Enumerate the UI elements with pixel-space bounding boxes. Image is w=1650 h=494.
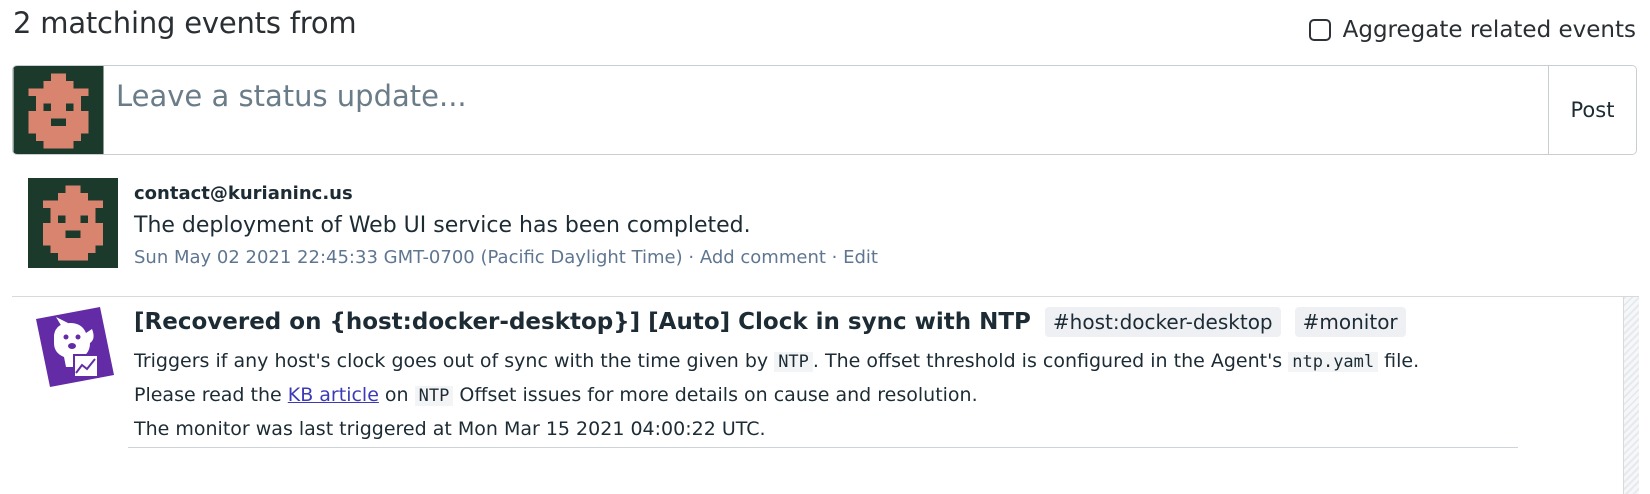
post-button[interactable]: Post bbox=[1548, 66, 1636, 154]
aggregate-label[interactable]: Aggregate related events bbox=[1343, 17, 1636, 43]
description-line: Please read the KB article on NTP Offset… bbox=[134, 379, 1614, 413]
user-avatar-icon bbox=[13, 66, 104, 154]
tag-monitor[interactable]: #monitor bbox=[1294, 307, 1406, 337]
add-comment-link[interactable]: Add comment bbox=[700, 247, 826, 268]
scrollbar[interactable] bbox=[1623, 297, 1639, 494]
event-item: [Recovered on {host:docker-desktop}] [Au… bbox=[12, 296, 1639, 494]
event-title-row: [Recovered on {host:docker-desktop}] [Au… bbox=[134, 307, 1614, 337]
event-stream: 2 matching events from Aggregate related… bbox=[0, 0, 1650, 494]
text: . The offset threshold is configured in … bbox=[812, 350, 1289, 372]
status-update-input[interactable] bbox=[104, 66, 1548, 126]
description-line: Triggers if any host's clock goes out of… bbox=[134, 345, 1614, 379]
event-title[interactable]: [Recovered on {host:docker-desktop}] [Au… bbox=[134, 309, 1031, 335]
kb-article-link[interactable]: KB article bbox=[288, 384, 379, 406]
text: Offset issues for more details on cause … bbox=[453, 384, 978, 406]
aggregate-toggle[interactable]: Aggregate related events bbox=[1308, 17, 1636, 43]
meta-separator: · bbox=[825, 247, 844, 268]
pixel-avatar-icon bbox=[28, 178, 118, 268]
description-line: The monitor was last triggered at Mon Ma… bbox=[134, 418, 766, 440]
event-timestamp: Sun May 02 2021 22:45:33 GMT-0700 (Pacif… bbox=[134, 247, 683, 268]
text: on bbox=[378, 384, 415, 406]
event-body: contact@kurianinc.us The deployment of W… bbox=[134, 183, 878, 268]
page-title: 2 matching events from bbox=[13, 6, 357, 40]
tag-host[interactable]: #host:docker-desktop bbox=[1044, 307, 1281, 337]
event-description: Triggers if any host's clock goes out of… bbox=[134, 345, 1614, 446]
datadog-dog-icon bbox=[36, 307, 114, 387]
edit-link[interactable]: Edit bbox=[843, 247, 878, 268]
inline-code: ntp.yaml bbox=[1288, 352, 1379, 372]
status-composer: Post bbox=[12, 65, 1637, 155]
divider bbox=[128, 447, 1518, 448]
text: Triggers if any host's clock goes out of… bbox=[134, 350, 775, 372]
aggregate-checkbox[interactable] bbox=[1308, 19, 1331, 41]
event-body: [Recovered on {host:docker-desktop}] [Au… bbox=[134, 307, 1614, 446]
event-author: contact@kurianinc.us bbox=[134, 183, 353, 204]
text: Please read the bbox=[134, 384, 288, 406]
event-message: The deployment of Web UI service has bee… bbox=[134, 213, 751, 238]
inline-code: NTP bbox=[414, 386, 454, 406]
event-meta: Sun May 02 2021 22:45:33 GMT-0700 (Pacif… bbox=[134, 247, 878, 268]
inline-code: NTP bbox=[774, 352, 813, 372]
text: file. bbox=[1378, 350, 1420, 372]
meta-separator: · bbox=[682, 247, 700, 268]
